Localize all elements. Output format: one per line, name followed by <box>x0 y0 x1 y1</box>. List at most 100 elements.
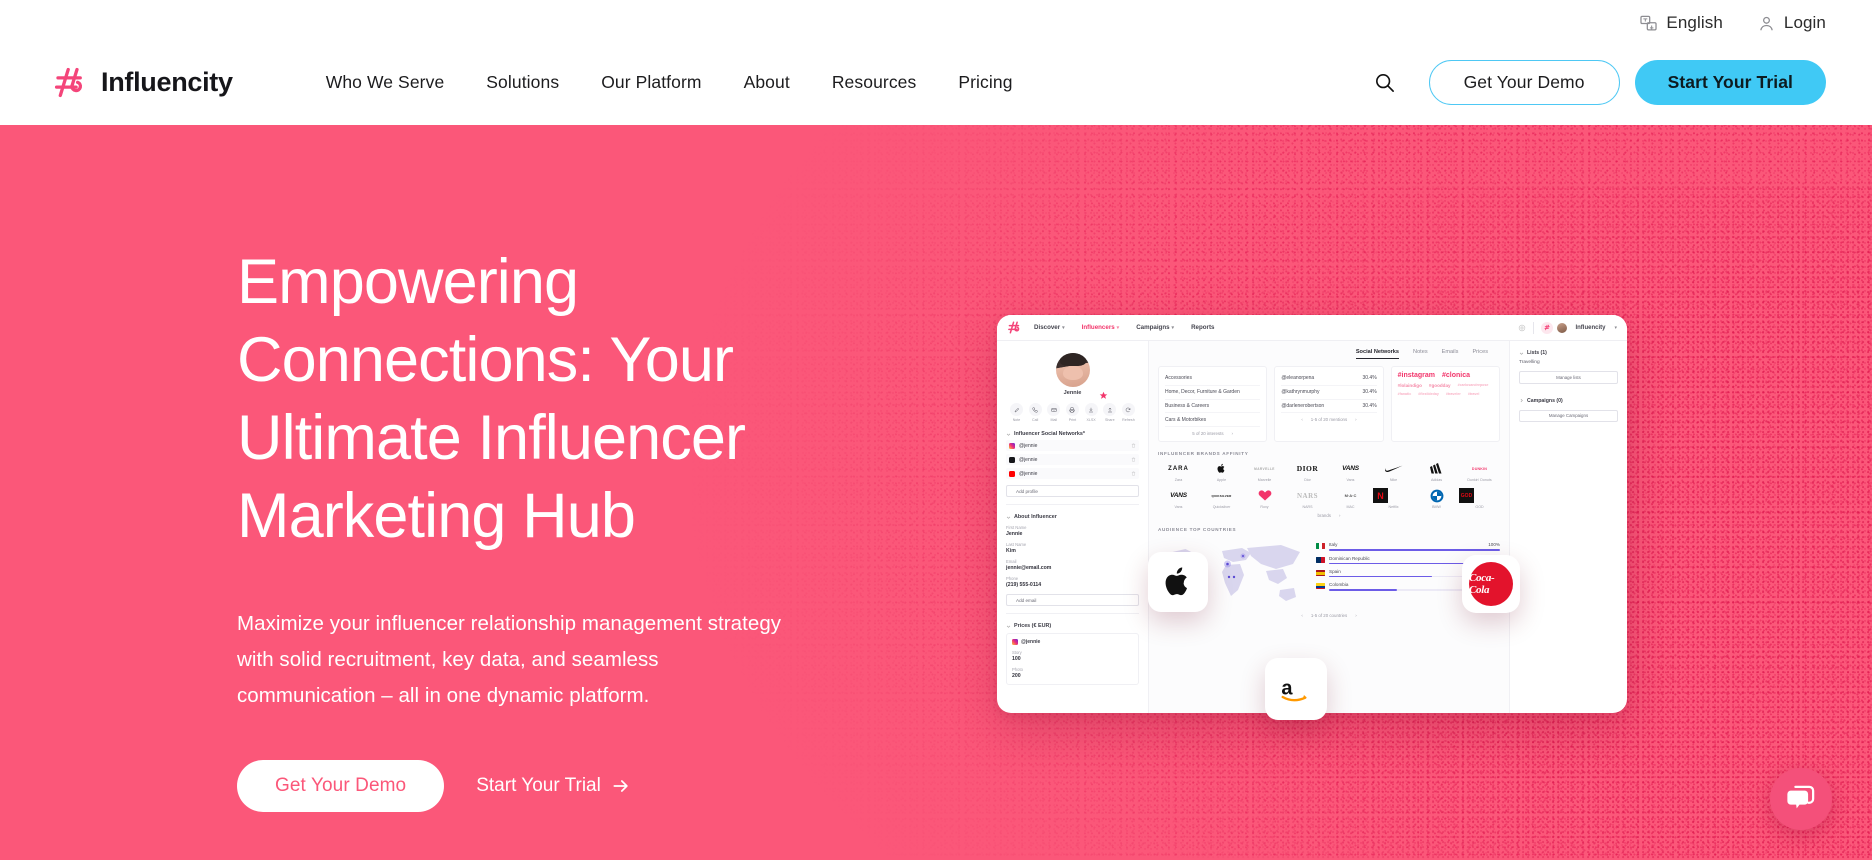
nav-item-resources[interactable]: Resources <box>811 62 938 103</box>
table-row: @kathrynmurphy 30.4% <box>1281 386 1377 400</box>
hero-get-demo-button[interactable]: Get Your Demo <box>237 760 445 812</box>
mockup-nav-reports[interactable]: Reports <box>1191 324 1214 331</box>
login-link[interactable]: Login <box>1757 13 1826 33</box>
divider <box>1006 504 1139 505</box>
mockup-topbar: Discover ▾ Influencers ▾ Campaigns ▾ Report… <box>997 315 1627 341</box>
language-selector[interactable]: English <box>1639 13 1723 33</box>
interests-pager[interactable]: 5 of 20 interests › <box>1165 431 1260 436</box>
campaigns-header[interactable]: Campaigns (0) <box>1519 398 1618 404</box>
table-row: @darlenerobertson 30.4% <box>1281 400 1377 414</box>
nav-item-our-platform[interactable]: Our Platform <box>580 62 722 103</box>
mockup-nav-influencers[interactable]: Influencers ▾ <box>1082 324 1120 331</box>
field-value: (219) 555-0114 <box>1006 582 1042 588</box>
nav-item-about[interactable]: About <box>723 62 811 103</box>
brand-logo[interactable]: Influencity <box>52 64 233 101</box>
trash-icon[interactable] <box>1131 457 1136 462</box>
about-influencer-header[interactable]: About Influencer <box>1006 514 1139 520</box>
tab-notes[interactable]: Notes <box>1413 349 1428 359</box>
list-item: Business & Careers <box>1165 400 1261 414</box>
nav-item-who-we-serve[interactable]: Who We Serve <box>305 62 466 103</box>
mockup-topbar-right: Influencity ▾ <box>1518 321 1617 334</box>
action-note[interactable]: Note <box>1008 403 1025 422</box>
country-row: Italy 100% <box>1316 542 1500 551</box>
star-icon <box>1099 391 1108 399</box>
tab-social-networks[interactable]: Social Networks <box>1355 349 1400 359</box>
brand-logo: NARS <box>1296 491 1319 500</box>
trash-icon[interactable] <box>1131 443 1136 448</box>
roxy-heart-icon <box>1244 488 1285 503</box>
price-value: 100 <box>1012 656 1021 662</box>
price-label: Photo <box>1012 667 1023 672</box>
mockup-columns: Accessories Home, Decor, Furniture & Gar… <box>1158 366 1500 443</box>
get-demo-button[interactable]: Get Your Demo <box>1428 59 1620 105</box>
nike-logo-icon <box>1373 461 1414 476</box>
search-button[interactable] <box>1363 60 1407 104</box>
social-networks-section-header[interactable]: Influencer Social Networks* <box>1006 431 1139 437</box>
instagram-icon <box>1009 442 1015 449</box>
list-item: Home, Decor, Furniture & Garden <box>1165 386 1261 400</box>
mockup-nav-campaigns[interactable]: Campaigns ▾ <box>1136 324 1174 331</box>
chat-widget-button[interactable] <box>1770 768 1832 830</box>
mentions-pager[interactable]: ‹ 1-5 of 20 mentions › <box>1281 417 1376 422</box>
instagram-icon <box>1012 639 1018 645</box>
list-item: Accessories <box>1165 372 1261 386</box>
hashtag: #goodday <box>1428 383 1451 388</box>
action-share[interactable]: Share <box>1101 403 1118 422</box>
action-call[interactable]: Call <box>1027 403 1044 422</box>
add-email-button[interactable]: Add email <box>1006 594 1139 606</box>
influencer-avatar <box>1055 353 1090 387</box>
social-account-row[interactable]: @jennie <box>1006 440 1139 451</box>
prices-section-header[interactable]: Prices (€ EUR) <box>1006 623 1139 629</box>
add-profile-button[interactable]: Add profile <box>1006 485 1139 497</box>
flag-dominican-republic <box>1316 556 1325 563</box>
login-label: Login <box>1783 13 1826 32</box>
chevron-down-icon <box>1006 433 1011 436</box>
amazon-logo-icon: a <box>1281 677 1307 702</box>
brand-cell: Roxy <box>1244 488 1285 509</box>
trash-icon[interactable] <box>1131 471 1136 476</box>
action-mail[interactable]: Mail <box>1045 403 1062 422</box>
lists-header[interactable]: Lists (1) <box>1519 350 1618 356</box>
field-value: jennie@email.com <box>1006 565 1052 571</box>
brands-pager[interactable]: brands › <box>1158 513 1500 518</box>
divider <box>1533 321 1535 334</box>
hashtag: #clonica <box>1442 372 1471 379</box>
price-label: Story <box>1012 650 1022 655</box>
mockup-tabs: Social Networks Notes Emails Prices <box>1158 349 1500 359</box>
tab-emails[interactable]: Emails <box>1442 349 1459 359</box>
action-xlsx[interactable]: XLSX <box>1083 403 1100 422</box>
brand-cell: Nike <box>1373 461 1414 482</box>
floating-amazon-tile: a <box>1265 658 1327 720</box>
interests-card: Accessories Home, Decor, Furniture & Gar… <box>1158 366 1268 443</box>
hero-subtitle: Maximize your influencer relationship ma… <box>237 612 782 707</box>
manage-campaigns-button[interactable]: Manage Campaigns <box>1519 409 1618 423</box>
countries-pager[interactable]: ‹ 1-5 of 20 countries › <box>1158 613 1500 618</box>
manage-lists-button[interactable]: Manage lists <box>1519 371 1618 384</box>
language-label: English <box>1666 13 1723 32</box>
mockup-right-panel: Lists (1) Travelling Manage lists Campai… <box>1509 341 1627 713</box>
gear-icon[interactable] <box>1518 324 1526 332</box>
price-card: @jennie Story 100 Photo 200 <box>1006 633 1139 685</box>
nav-item-solutions[interactable]: Solutions <box>465 62 580 103</box>
price-value: 200 <box>1012 673 1021 679</box>
brand-logo: DIOR <box>1296 464 1319 474</box>
printer-icon <box>1065 403 1079 416</box>
social-account-row[interactable]: @jennie <box>1006 468 1139 479</box>
social-account-row[interactable]: @jennie <box>1006 454 1139 465</box>
chevron-down-icon[interactable]: ▾ <box>1614 325 1617 331</box>
tab-prices[interactable]: Prices <box>1472 349 1488 359</box>
action-refresh[interactable]: Refresh <box>1120 403 1137 422</box>
action-print[interactable]: Print <box>1064 403 1081 422</box>
nav-item-pricing[interactable]: Pricing <box>937 62 1033 103</box>
floating-cocacola-tile: Coca-Cola <box>1462 555 1520 613</box>
brand-logo: VANS <box>1342 465 1359 473</box>
user-icon <box>1760 16 1773 30</box>
mockup-nav-discover[interactable]: Discover ▾ <box>1034 324 1065 331</box>
start-trial-button[interactable]: Start Your Trial <box>1634 59 1826 105</box>
field-label: Phone <box>1006 576 1019 581</box>
brand-cell: Apple <box>1201 461 1242 482</box>
hashtag: #fanatic <box>1397 392 1412 396</box>
list-item: Travelling <box>1519 360 1540 365</box>
hero-start-trial-link[interactable]: Start Your Trial <box>472 767 635 805</box>
mockup-left-panel: Jennie Note Call Mail Print XLSX Share R… <box>997 341 1149 713</box>
